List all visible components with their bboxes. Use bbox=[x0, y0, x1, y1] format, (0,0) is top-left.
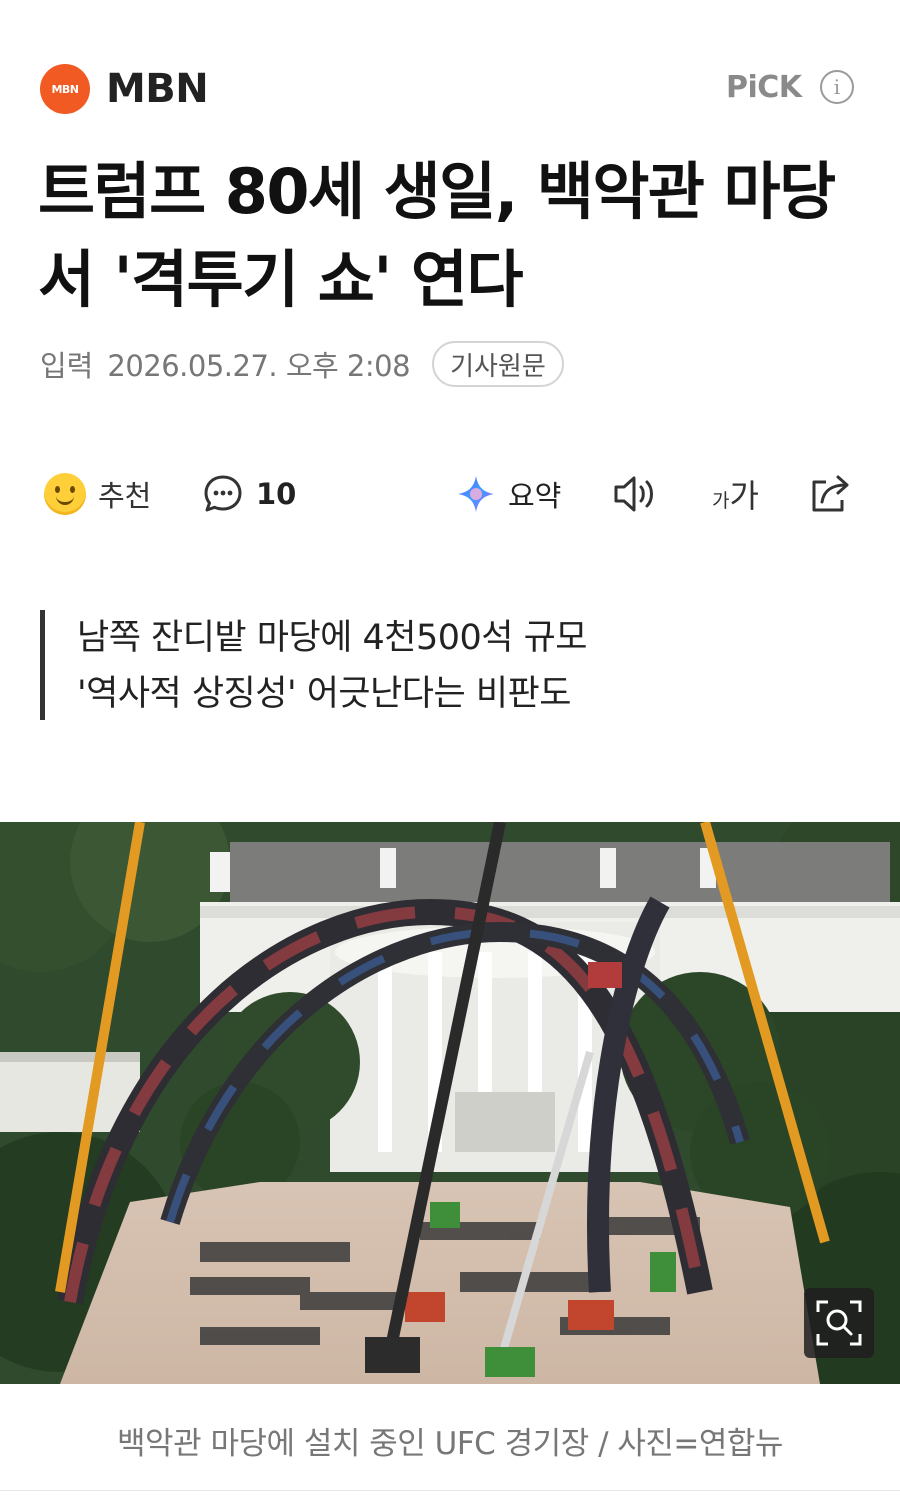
pick-badge: PiCK bbox=[726, 70, 802, 105]
date-row: 입력 2026.05.27. 오후 2:08 기사원문 bbox=[40, 341, 564, 387]
subtitle-line-1: 남쪽 잔디밭 마당에 4천500석 규모 bbox=[77, 618, 587, 658]
speaker-icon bbox=[614, 476, 653, 512]
smiley-icon bbox=[44, 473, 86, 515]
article-title: 트럼프 80세 생일, 백악관 마당서 '격투기 쇼' 연다 bbox=[38, 155, 836, 316]
article-toolbar: 추천 10 요약 가 가 bbox=[0, 466, 900, 522]
divider bbox=[0, 1490, 900, 1491]
summary-label: 요약 bbox=[508, 479, 562, 513]
listen-button[interactable] bbox=[612, 466, 662, 522]
font-size-small-label: 가 bbox=[712, 489, 730, 512]
font-size-button[interactable]: 가 가 bbox=[712, 466, 759, 522]
photo-caption: 백악관 마당에 설치 중인 UFC 경기장 / 사진=연합뉴 bbox=[117, 1426, 783, 1462]
comment-icon bbox=[204, 475, 242, 512]
subtitle-line-2: '역사적 상징성' 어긋난다는 비판도 bbox=[77, 674, 571, 714]
photo-illustration bbox=[0, 822, 900, 1384]
original-article-button[interactable]: 기사원문 bbox=[432, 341, 564, 387]
comment-count: 10 bbox=[256, 477, 297, 511]
press-name[interactable]: MBN bbox=[106, 66, 209, 112]
recommend-label: 추천 bbox=[98, 479, 152, 513]
zoom-icon bbox=[816, 1300, 862, 1346]
article-subtitle: 남쪽 잔디밭 마당에 4천500석 규모 '역사적 상징성' 어긋난다는 비판도 bbox=[40, 610, 840, 720]
comment-button[interactable]: 10 bbox=[202, 466, 296, 522]
date-label: 입력 bbox=[40, 349, 94, 383]
press-logo[interactable]: MBN bbox=[40, 64, 90, 114]
font-size-large-label: 가 bbox=[729, 477, 759, 515]
ai-sparkle-icon bbox=[458, 476, 494, 512]
zoom-button[interactable] bbox=[804, 1288, 874, 1358]
info-icon[interactable]: i bbox=[820, 70, 854, 104]
share-button[interactable] bbox=[808, 466, 856, 522]
date-value: 2026.05.27. 오후 2:08 bbox=[107, 349, 411, 383]
article-header: MBN MBN PiCK i bbox=[0, 0, 900, 150]
summary-button[interactable]: 요약 bbox=[456, 466, 561, 522]
article-photo[interactable] bbox=[0, 822, 900, 1384]
recommend-button[interactable]: 추천 bbox=[44, 466, 151, 522]
share-icon bbox=[812, 475, 849, 512]
